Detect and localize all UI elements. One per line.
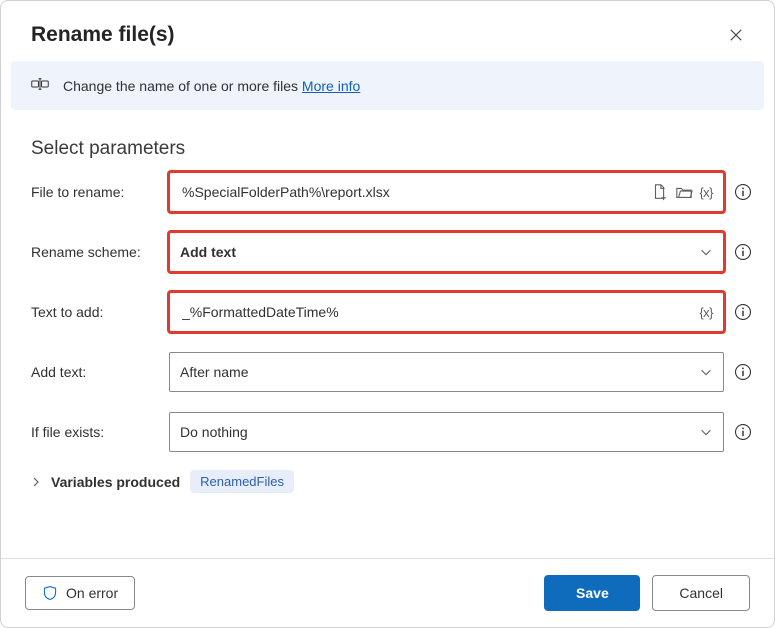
- rename-icon: [31, 75, 49, 96]
- dialog-header: Rename file(s): [1, 1, 774, 61]
- label-if-file-exists: If file exists:: [31, 424, 159, 440]
- more-info-link[interactable]: More info: [302, 78, 360, 94]
- cancel-button[interactable]: Cancel: [652, 575, 750, 611]
- rename-scheme-value: Add text: [180, 244, 699, 260]
- variable-chip[interactable]: RenamedFiles: [190, 470, 294, 493]
- close-button[interactable]: [724, 23, 748, 47]
- on-error-label: On error: [66, 585, 118, 601]
- label-rename-scheme: Rename scheme:: [31, 244, 159, 260]
- row-rename-scheme: Rename scheme: Add text: [31, 232, 752, 272]
- info-text-to-add[interactable]: [734, 303, 752, 321]
- rename-files-dialog: Rename file(s) Change the name of one or…: [0, 0, 775, 628]
- chevron-down-icon: [699, 365, 713, 379]
- variable-picker-icon[interactable]: {x}: [699, 185, 713, 200]
- chevron-down-icon: [699, 245, 713, 259]
- folder-picker-icon[interactable]: [675, 183, 693, 201]
- save-button[interactable]: Save: [544, 575, 640, 611]
- if-file-exists-value: Do nothing: [180, 424, 699, 440]
- text-to-add-input[interactable]: {x}: [169, 292, 724, 332]
- info-add-text[interactable]: [734, 363, 752, 381]
- rename-scheme-select[interactable]: Add text: [169, 232, 724, 272]
- row-add-text: Add text: After name: [31, 352, 752, 392]
- banner-text-content: Change the name of one or more files: [63, 78, 302, 94]
- info-if-file-exists[interactable]: [734, 423, 752, 441]
- footer-buttons: Save Cancel: [544, 575, 750, 611]
- add-text-select[interactable]: After name: [169, 352, 724, 392]
- dialog-footer: On error Save Cancel: [1, 558, 774, 627]
- file-to-rename-input[interactable]: {x}: [169, 172, 724, 212]
- row-file-to-rename: File to rename: {x}: [31, 172, 752, 212]
- info-file-to-rename[interactable]: [734, 183, 752, 201]
- info-rename-scheme[interactable]: [734, 243, 752, 261]
- row-if-file-exists: If file exists: Do nothing: [31, 412, 752, 452]
- if-file-exists-select[interactable]: Do nothing: [169, 412, 724, 452]
- chevron-down-icon: [699, 425, 713, 439]
- close-icon: [729, 28, 743, 42]
- section-title: Select parameters: [1, 110, 774, 168]
- variable-picker-icon[interactable]: {x}: [699, 305, 713, 320]
- label-add-text: Add text:: [31, 364, 159, 380]
- banner-text: Change the name of one or more files Mor…: [63, 78, 360, 94]
- chevron-right-icon: [31, 474, 41, 490]
- text-field-icons: {x}: [699, 305, 713, 320]
- dialog-title: Rename file(s): [31, 23, 175, 47]
- parameters-form: File to rename: {x} Rename scheme:: [1, 168, 774, 452]
- variables-produced-label: Variables produced: [51, 474, 180, 490]
- file-picker-icon[interactable]: [651, 183, 669, 201]
- add-text-value: After name: [180, 364, 699, 380]
- on-error-button[interactable]: On error: [25, 576, 135, 610]
- file-field-icons: {x}: [651, 183, 713, 201]
- row-text-to-add: Text to add: {x}: [31, 292, 752, 332]
- variables-produced-row[interactable]: Variables produced RenamedFiles: [1, 452, 774, 493]
- file-to-rename-text[interactable]: [180, 183, 651, 201]
- label-file-to-rename: File to rename:: [31, 184, 159, 200]
- info-banner: Change the name of one or more files Mor…: [11, 61, 764, 110]
- text-to-add-text[interactable]: [180, 303, 699, 321]
- label-text-to-add: Text to add:: [31, 304, 159, 320]
- shield-icon: [42, 585, 58, 601]
